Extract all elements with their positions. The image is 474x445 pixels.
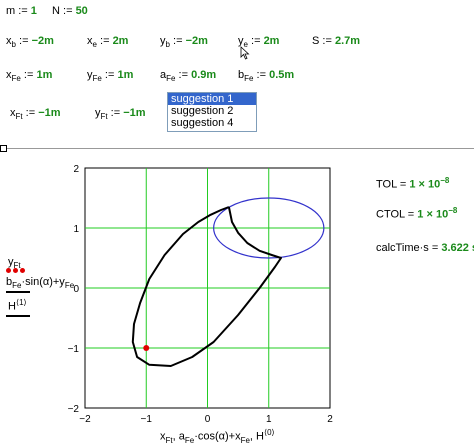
- y-tick-label: 0: [73, 284, 79, 295]
- def-xb-value: −2m: [31, 35, 54, 47]
- result-ctol-eq: =: [407, 208, 415, 221]
- y-axis-label-H-main: H: [8, 300, 16, 313]
- result-calctime[interactable]: calcTime·s = 3.622 s: [376, 242, 474, 254]
- result-ctol[interactable]: CTOL = 1 × 10−8: [376, 206, 457, 221]
- def-yFe-value: 1m: [117, 69, 134, 81]
- def-bFe-sub: Fe: [244, 74, 254, 84]
- result-calctime-eq: =: [431, 242, 439, 254]
- x-axis-label-sub: Fe: [240, 435, 250, 445]
- def-yFt-value: −1m: [123, 107, 146, 119]
- region-collapse-marker[interactable]: [0, 145, 7, 152]
- x-tick-label: −2: [79, 414, 91, 425]
- def-xb-sub: b: [11, 40, 16, 50]
- def-yFt-op: :=: [110, 107, 121, 119]
- def-m-op: :=: [18, 5, 28, 17]
- x-axis-label-sup: ⟨0⟩: [263, 428, 275, 437]
- def-m-name: m: [6, 5, 16, 17]
- y-axis-label-H-sup: ⟨1⟩: [15, 298, 27, 307]
- def-S-value: 2.7m: [334, 35, 361, 47]
- trajectory-path: [131, 206, 282, 367]
- def-N-op: :=: [63, 5, 73, 17]
- def-aFe-sub: Fe: [166, 74, 176, 84]
- def-N-value: 50: [75, 5, 88, 17]
- def-aFe[interactable]: aFe := 0.9m: [160, 69, 216, 83]
- def-yFe[interactable]: yFe := 1m: [87, 69, 133, 83]
- def-bFe-value: 0.5m: [269, 69, 295, 81]
- def-S-name: S: [312, 35, 320, 47]
- def-xFt-value: −1m: [38, 107, 61, 119]
- def-yb-op: :=: [173, 35, 183, 47]
- suggestion-dropdown[interactable]: suggestion 1 suggestion 2 suggestion 4: [167, 92, 257, 132]
- def-xFt[interactable]: xFt := −1m: [10, 107, 61, 121]
- x-axis-label-part: ·cos(α)+x: [194, 430, 241, 443]
- def-xe-value: 2m: [112, 35, 129, 47]
- def-aFe-op: :=: [178, 69, 189, 81]
- y-axis-label-H[interactable]: H⟨1⟩: [8, 298, 27, 313]
- def-xb[interactable]: xb := −2m: [6, 35, 54, 49]
- legend-red-dots: [6, 264, 27, 276]
- x-tick-label: −1: [141, 414, 153, 425]
- result-ctol-label: CTOL: [376, 208, 405, 221]
- result-tol-value: 1 × 10: [409, 178, 441, 191]
- def-aFe-value: 0.9m: [191, 69, 217, 81]
- x-axis-label-sub: Ft: [165, 435, 173, 445]
- def-m[interactable]: m := 1: [6, 5, 37, 17]
- def-m-value: 1: [30, 5, 37, 17]
- result-ctol-value: 1 × 10: [417, 208, 449, 221]
- xy-plot[interactable]: −2 −1 0 1 2 2 1 0 −1 −2: [60, 160, 355, 430]
- x-axis-label-part: , H: [249, 430, 264, 443]
- def-yFt-sub: Ft: [100, 112, 108, 122]
- def-xe-op: :=: [100, 35, 110, 47]
- def-xFe-value: 1m: [36, 69, 53, 81]
- def-yFt[interactable]: yFt := −1m: [95, 107, 146, 121]
- result-tol-exponent: −8: [440, 176, 450, 185]
- def-N-name: N: [52, 5, 60, 17]
- x-tick-label: 0: [205, 414, 211, 425]
- def-xFt-op: :=: [25, 107, 36, 119]
- suggestion-item[interactable]: suggestion 2: [168, 105, 256, 117]
- legend-line-ellipse: [6, 291, 30, 293]
- y-tick-label: −1: [68, 344, 80, 355]
- y-axis-label-ellipse-rest: ·sin(α)+y: [21, 276, 65, 288]
- suggestion-item[interactable]: suggestion 1: [168, 93, 256, 105]
- def-xFt-sub: Ft: [15, 112, 23, 122]
- suggestion-item[interactable]: suggestion 4: [168, 117, 256, 129]
- def-N[interactable]: N := 50: [52, 5, 88, 17]
- legend-line-path: [6, 315, 30, 317]
- x-axis-label-part: , a: [172, 430, 185, 443]
- def-yFe-op: :=: [104, 69, 115, 81]
- def-yb-sub: b: [165, 40, 170, 50]
- def-xb-op: :=: [19, 35, 29, 47]
- def-xFe-sub: Fe: [11, 74, 21, 84]
- def-xFe-op: :=: [23, 69, 34, 81]
- def-xFe[interactable]: xFe := 1m: [6, 69, 52, 83]
- result-ctol-exponent: −8: [448, 206, 458, 215]
- target-point: [143, 345, 150, 351]
- result-calctime-value: 3.622 s: [441, 242, 474, 254]
- def-S-op: :=: [322, 35, 332, 47]
- result-tol-label: TOL: [376, 178, 397, 191]
- def-bFe[interactable]: bFe := 0.5m: [238, 69, 294, 83]
- y-tick-label: 1: [73, 224, 79, 235]
- region-divider: [0, 148, 474, 149]
- def-S[interactable]: S := 2.7m: [312, 35, 360, 47]
- def-bFe-op: :=: [256, 69, 267, 81]
- y-tick-label: −2: [68, 404, 80, 415]
- def-yb[interactable]: yb := −2m: [160, 35, 208, 49]
- def-yFe-sub: Fe: [92, 74, 102, 84]
- def-yb-value: −2m: [185, 35, 208, 47]
- result-tol-eq: =: [399, 178, 407, 191]
- x-tick-label: 2: [327, 414, 333, 425]
- x-axis-label-sub: Fe: [184, 435, 195, 445]
- def-xe[interactable]: xe := 2m: [87, 35, 128, 49]
- result-tol[interactable]: TOL = 1 × 10−8: [376, 176, 449, 191]
- def-ye-op: :=: [251, 35, 261, 47]
- def-xe-sub: e: [92, 40, 97, 50]
- mouse-cursor-icon: [240, 46, 250, 60]
- x-axis-label[interactable]: xFt, aFe·cos(α)+xFe, H⟨0⟩: [160, 428, 275, 445]
- x-tick-label: 1: [266, 414, 272, 425]
- def-ye-value: 2m: [263, 35, 280, 47]
- y-tick-label: 2: [73, 164, 79, 175]
- result-calctime-label: calcTime·s: [376, 242, 429, 254]
